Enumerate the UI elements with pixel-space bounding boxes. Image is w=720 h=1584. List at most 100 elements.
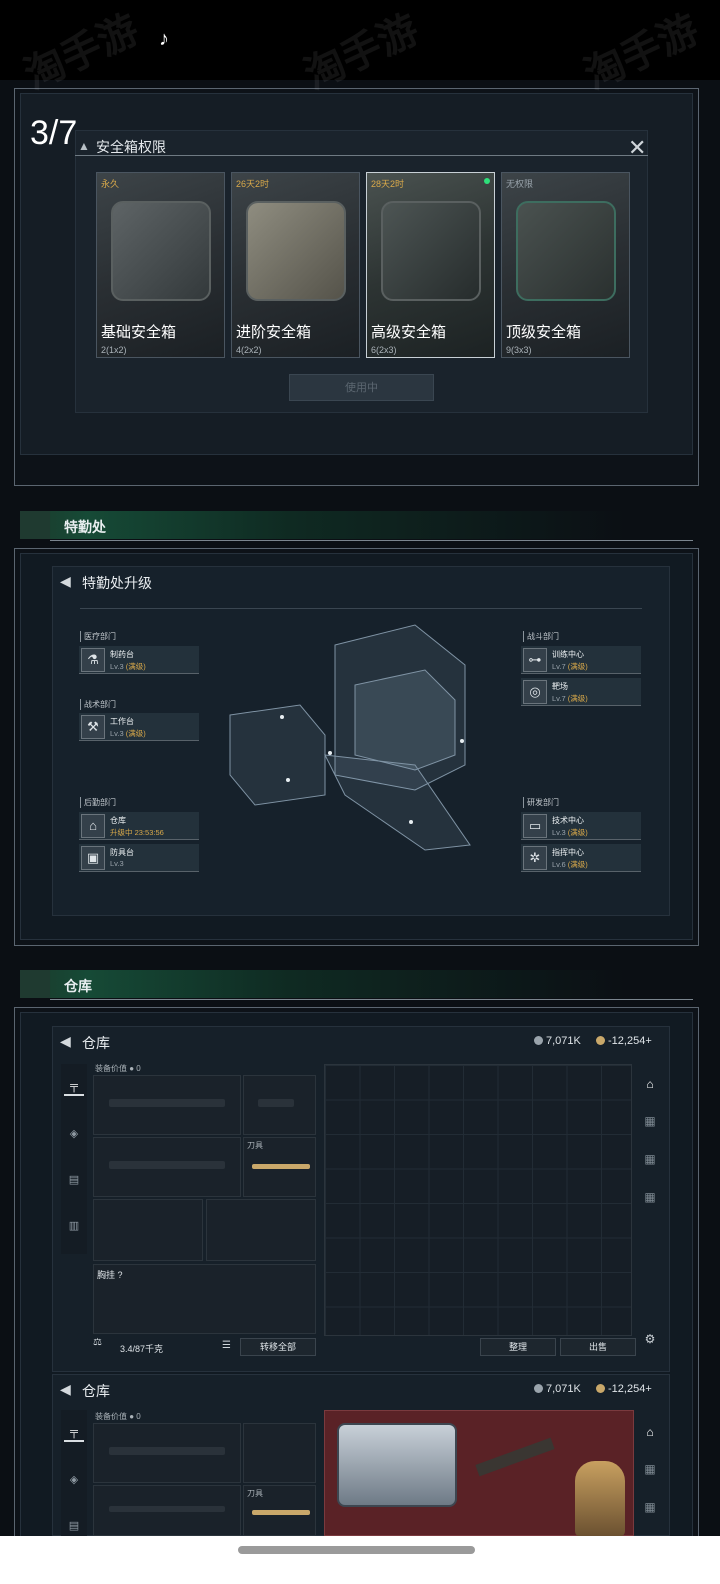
helmet-tab-icon[interactable]: ◈ <box>64 1470 84 1490</box>
melee-slot[interactable]: 刀具 <box>243 1485 316 1536</box>
weight-icon: ⚖ <box>93 1337 102 1348</box>
facility-level: Lv.6 (满级) <box>552 860 588 869</box>
dumbbell-icon: ⊶ <box>523 648 547 672</box>
weapon-tab-icon[interactable]: ╤ <box>64 1422 84 1442</box>
facility-storage[interactable]: ⌂ 仓库 升级中 23:53:56 <box>79 812 199 840</box>
facility-name: 仓库 <box>110 816 126 825</box>
vest-tab-icon[interactable]: ▤ <box>64 1516 84 1536</box>
safe-box-card-top[interactable]: 无权限 顶级安全箱 9(3x3) <box>501 172 630 358</box>
page-counter: 3/7 <box>30 114 78 152</box>
target-icon: ◎ <box>523 680 547 704</box>
category-tab-icon[interactable]: ▦ <box>641 1112 659 1130</box>
top-safe-box-image <box>516 201 616 301</box>
safe-box-title: 安全箱权限 <box>96 139 166 155</box>
token-icon <box>596 1036 605 1045</box>
facility-name: 靶场 <box>552 682 568 691</box>
currency-coins: 7,071K <box>534 1383 581 1395</box>
settings-icon[interactable]: ⚙ <box>641 1330 659 1348</box>
sort-button[interactable]: 整理 <box>480 1338 556 1356</box>
advanced-safe-box-image <box>246 201 346 301</box>
pharmacy-icon: ⚗ <box>81 648 105 672</box>
card-name: 基础安全箱 <box>101 324 177 341</box>
currency-tokens: -12,254+ <box>596 1383 652 1395</box>
facility-level: Lv.7 (满级) <box>552 694 588 703</box>
bag-tab-icon[interactable]: ▥ <box>64 1216 84 1236</box>
facility-tech[interactable]: ▭ 技术中心 Lv.3 (满级) <box>521 812 641 840</box>
facility-level: Lv.3 (满级) <box>110 662 146 671</box>
facility-ops[interactable]: ✲ 指挥中心 Lv.6 (满级) <box>521 844 641 872</box>
currency-tokens: -12,254+ <box>596 1035 652 1047</box>
valuables-grid[interactable] <box>324 1410 634 1537</box>
section-title: 特勤处 <box>64 519 106 535</box>
monitor-icon: ▭ <box>523 814 547 838</box>
rifle-item[interactable] <box>475 1437 555 1477</box>
secondary-weapon-slot[interactable] <box>93 1485 241 1536</box>
chest-rig-slot[interactable]: 胸挂 ? <box>93 1264 316 1334</box>
storage-grid[interactable] <box>324 1064 632 1336</box>
transfer-all-button[interactable]: 转移全部 <box>240 1338 316 1356</box>
tiktok-icon: ♪ <box>159 28 169 50</box>
in-use-button[interactable]: 使用中 <box>289 374 434 401</box>
category-tab-icon[interactable]: ▦ <box>641 1498 659 1516</box>
facility-level: Lv.3 <box>110 859 124 868</box>
safe-box-card-advanced[interactable]: 26天2时 进阶安全箱 4(2x2) <box>231 172 360 358</box>
back-icon[interactable]: ◀ <box>60 1381 71 1398</box>
dept-rnd: 研发部门 <box>523 797 559 808</box>
facility-training[interactable]: ⊶ 训练中心 Lv.7 (满级) <box>521 646 641 674</box>
dept-medical: 医疗部门 <box>80 631 116 642</box>
safe-box-card-basic[interactable]: 永久 基础安全箱 2(1x2) <box>96 172 225 358</box>
armor-slot[interactable] <box>206 1199 316 1261</box>
sell-button[interactable]: 出售 <box>560 1338 636 1356</box>
close-icon[interactable]: ✕ <box>628 135 646 161</box>
server-case-item[interactable] <box>337 1423 457 1507</box>
card-name: 高级安全箱 <box>371 324 447 341</box>
list-icon[interactable]: ☰ <box>222 1340 231 1351</box>
storage-tab-icon[interactable]: ⌂ <box>641 1075 659 1093</box>
card-size: 9(3x3) <box>506 345 532 355</box>
category-tab-icon[interactable]: ▦ <box>641 1188 659 1206</box>
primary-weapon-slot[interactable] <box>93 1423 241 1483</box>
facility-range[interactable]: ◎ 靶场 Lv.7 (满级) <box>521 678 641 706</box>
dept-tactical: 战术部门 <box>80 699 116 710</box>
knife-image <box>252 1164 310 1169</box>
category-tab-icon[interactable]: ▦ <box>641 1460 659 1478</box>
coin-icon <box>534 1384 543 1393</box>
facility-name: 防具台 <box>110 848 134 857</box>
weapon-tab-icon[interactable]: ╤ <box>64 1076 84 1096</box>
facility-workbench[interactable]: ⚒ 工作台 Lv.3 (满级) <box>79 713 199 741</box>
facility-pharmacy[interactable]: ⚗ 制药台 Lv.3 (满级) <box>79 646 199 674</box>
agency-divider <box>80 608 642 609</box>
vest-tab-icon[interactable]: ▤ <box>64 1170 84 1190</box>
secondary-weapon-slot[interactable] <box>93 1137 241 1197</box>
facility-name: 技术中心 <box>552 816 584 825</box>
pistol-slot[interactable] <box>243 1423 316 1483</box>
category-tab-icon[interactable]: ▦ <box>641 1150 659 1168</box>
basic-safe-box-image <box>111 201 211 301</box>
facility-level: 升级中 23:53:56 <box>110 828 164 837</box>
hammer-icon: ⚒ <box>81 715 105 739</box>
primary-weapon-slot[interactable] <box>93 1075 241 1135</box>
dept-logistics: 后勤部门 <box>80 797 116 808</box>
card-name: 进阶安全箱 <box>236 324 312 341</box>
facility-level: Lv.3 (满级) <box>552 828 588 837</box>
facility-level: Lv.7 (满级) <box>552 662 588 671</box>
facility-name: 训练中心 <box>552 650 584 659</box>
facility-defense[interactable]: ▣ 防具台 Lv.3 <box>79 844 199 872</box>
premium-safe-box-image <box>381 201 481 301</box>
agency-title: 特勤处升级 <box>82 575 152 591</box>
storage-icon: ⌂ <box>81 814 105 838</box>
pistol-slot[interactable] <box>243 1075 316 1135</box>
melee-slot[interactable]: 刀具 <box>243 1137 316 1197</box>
helmet-tab-icon[interactable]: ◈ <box>64 1124 84 1144</box>
card-tag: 28天2时 <box>371 179 405 189</box>
base-building-illustration <box>229 624 471 851</box>
helmet-slot[interactable] <box>93 1199 203 1261</box>
bust-item[interactable] <box>575 1461 625 1537</box>
facility-name: 工作台 <box>110 717 134 726</box>
safe-box-card-premium[interactable]: 28天2时 高级安全箱 6(2x3) <box>366 172 495 358</box>
section-header-warehouse: 仓库 <box>20 970 693 1000</box>
home-indicator[interactable] <box>238 1546 475 1554</box>
back-icon[interactable]: ◀ <box>60 573 71 590</box>
storage-tab-icon[interactable]: ⌂ <box>641 1423 659 1441</box>
back-icon[interactable]: ◀ <box>60 1033 71 1050</box>
